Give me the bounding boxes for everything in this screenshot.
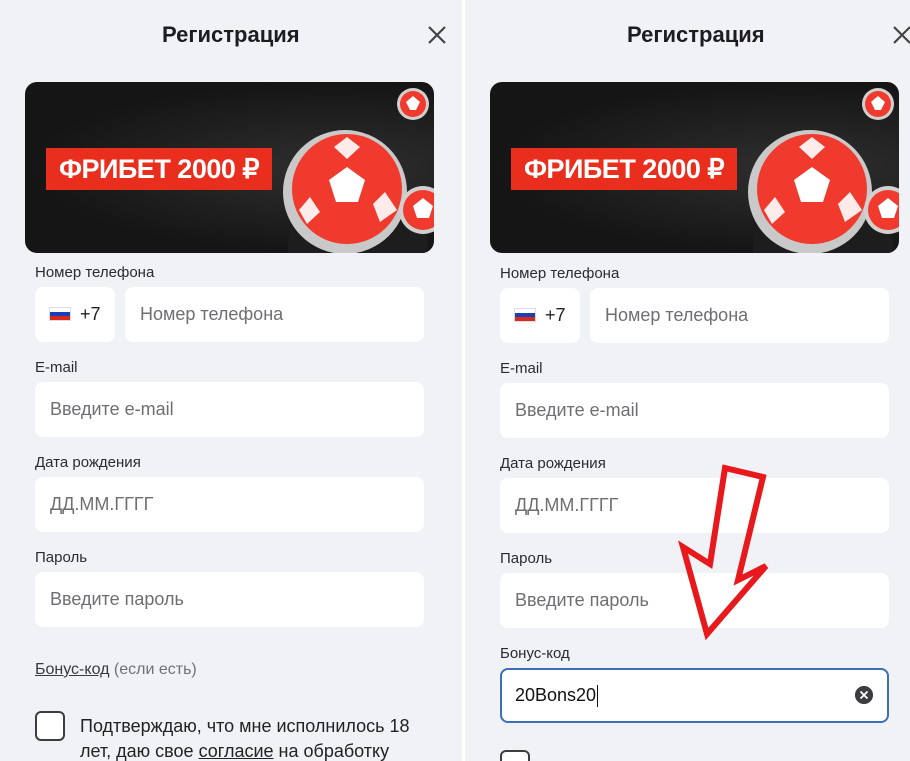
bonus-code-link[interactable]: Бонус-код [35, 661, 109, 678]
password-label: Пароль [35, 549, 88, 566]
bonus-code-input[interactable]: 20Bons20 [500, 668, 889, 723]
dob-input[interactable]: ДД.ММ.ГГГГ [500, 478, 889, 533]
freebet-badge: ФРИБЕТ 2000 ₽ [511, 148, 737, 190]
close-icon[interactable] [425, 23, 449, 47]
country-code: +7 [80, 304, 101, 324]
russia-flag-icon [49, 307, 71, 321]
dob-label: Дата рождения [35, 454, 141, 471]
bonus-code-value: 20Bons20 [515, 685, 597, 705]
freebet-badge: ФРИБЕТ 2000 ₽ [46, 148, 272, 190]
age-consent-checkbox[interactable] [500, 750, 530, 761]
text-cursor [597, 685, 599, 708]
russia-flag-icon [514, 308, 536, 322]
consent-line-1: Подтверждаю, что мне исполнилось 18 [80, 716, 410, 736]
phone-input[interactable]: Номер телефона [590, 288, 889, 343]
bonus-code-toggle: Бонус-код (если есть) [35, 661, 197, 679]
country-code-select[interactable]: +7 [35, 287, 115, 342]
clear-input-icon[interactable] [855, 686, 873, 704]
phone-label: Номер телефона [500, 265, 620, 282]
phone-label: Номер телефона [35, 264, 155, 281]
close-icon[interactable] [890, 23, 910, 47]
registration-panel-right: Регистрация ФРИБЕТ 2000 ₽ Номер телефона… [465, 0, 910, 761]
promo-banner[interactable]: ФРИБЕТ 2000 ₽ [490, 82, 899, 253]
age-consent-checkbox[interactable] [35, 711, 65, 741]
dob-input[interactable]: ДД.ММ.ГГГГ [35, 477, 424, 532]
dob-label: Дата рождения [500, 455, 606, 472]
country-code-select[interactable]: +7 [500, 288, 580, 343]
bonus-code-hint: (если есть) [109, 661, 197, 678]
consent-link[interactable]: согласие [199, 741, 274, 761]
page-title: Регистрация [627, 22, 765, 47]
email-label: E-mail [35, 359, 78, 376]
password-label: Пароль [500, 550, 553, 567]
email-label: E-mail [500, 360, 543, 377]
password-input[interactable]: Введите пароль [35, 572, 424, 627]
promo-banner[interactable]: ФРИБЕТ 2000 ₽ [25, 82, 434, 253]
page-title: Регистрация [162, 22, 300, 47]
age-consent-text: Подтверждаю, что мне исполнилось 18 лет,… [80, 714, 450, 761]
registration-panel-left: Регистрация ФРИБЕТ 2000 ₽ Номер телефона… [0, 0, 462, 761]
consent-line-2: лет, даю свое согласие на обработку [80, 741, 390, 761]
phone-input[interactable]: Номер телефона [125, 287, 424, 342]
password-input[interactable]: Введите пароль [500, 573, 889, 628]
email-input[interactable]: Введите e-mail [500, 383, 889, 438]
email-input[interactable]: Введите e-mail [35, 382, 424, 437]
bonus-code-label: Бонус-код [500, 645, 570, 662]
country-code: +7 [545, 305, 566, 325]
